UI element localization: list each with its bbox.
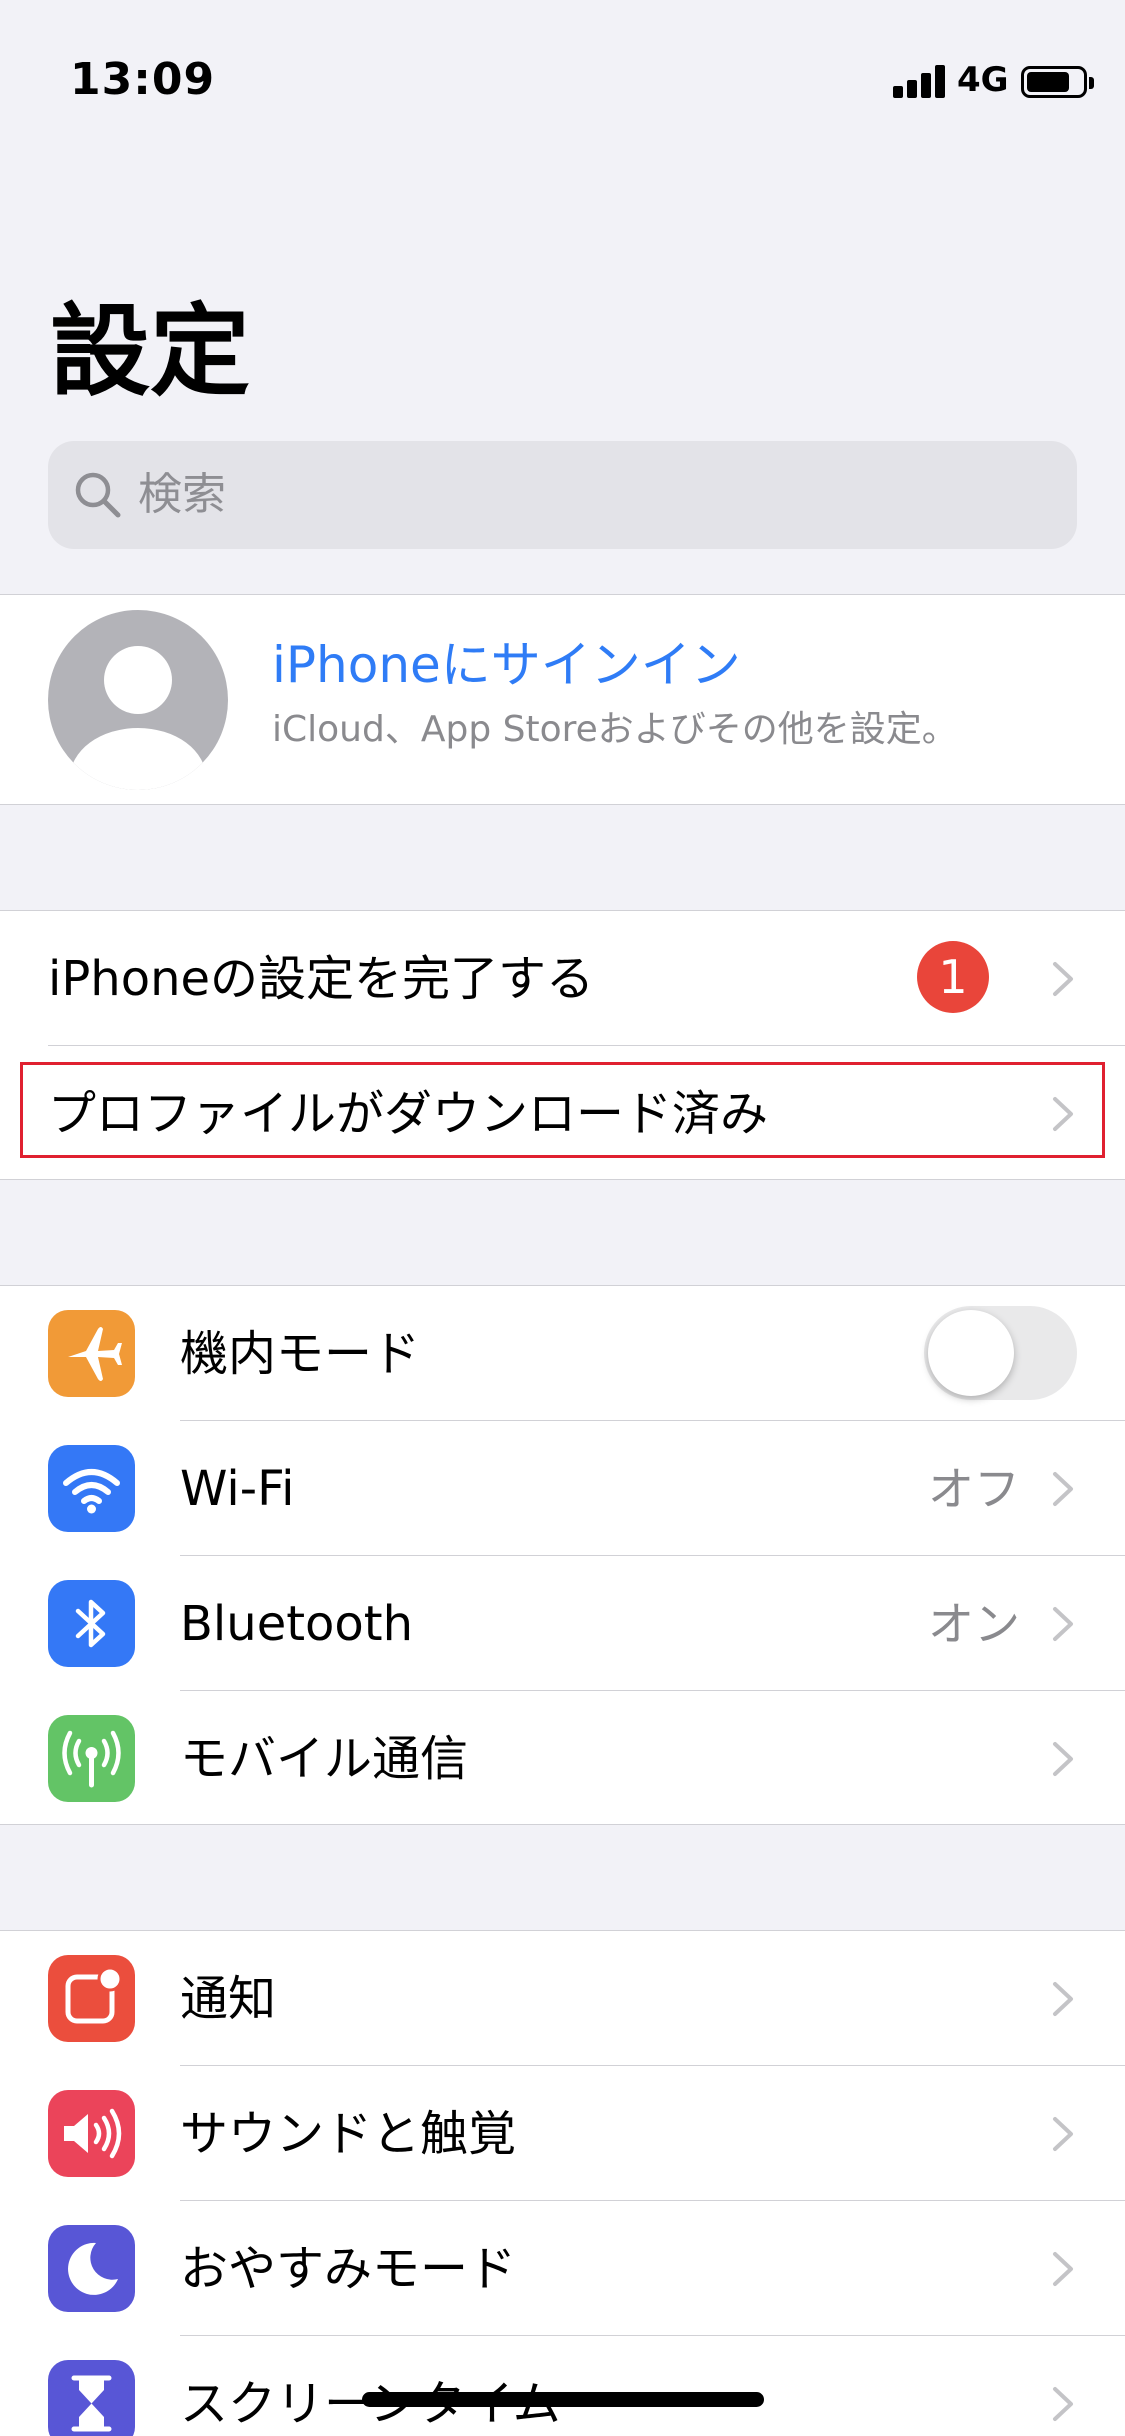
connectivity-section: 機内モード Wi-Fi オフ Bluetooth オン モバイル通信	[0, 1285, 1125, 1825]
notification-badge: 1	[917, 941, 989, 1013]
hourglass-icon	[48, 2360, 135, 2436]
search-field[interactable]: 検索	[48, 441, 1077, 549]
home-indicator[interactable]	[362, 2392, 764, 2407]
speaker-icon	[48, 2090, 135, 2177]
airplane-mode-toggle[interactable]	[924, 1306, 1077, 1400]
airplane-icon	[48, 1310, 135, 1397]
chevron-right-icon	[1053, 1982, 1073, 2016]
highlight-box	[20, 1062, 1105, 1158]
screen-time-row[interactable]: スクリーンタイム	[0, 2336, 1125, 2436]
search-placeholder: 検索	[138, 469, 226, 520]
bluetooth-label: Bluetooth	[180, 1596, 414, 1652]
cellular-signal-icon	[893, 64, 945, 98]
airplane-mode-row: 機内モード	[0, 1286, 1125, 1421]
notification-icon	[48, 1955, 135, 2042]
chevron-right-icon	[1053, 2387, 1073, 2421]
wifi-icon	[48, 1445, 135, 1532]
signin-subtitle: iCloud、App Storeおよびその他を設定。	[272, 709, 958, 750]
search-icon	[75, 472, 121, 518]
do-not-disturb-label: おやすみモード	[180, 2241, 517, 2297]
notifications-row[interactable]: 通知	[0, 1931, 1125, 2066]
do-not-disturb-row[interactable]: おやすみモード	[0, 2201, 1125, 2336]
general-section: 通知 サウンドと触覚 おやすみモード	[0, 1930, 1125, 2436]
airplane-mode-label: 機内モード	[180, 1326, 421, 1382]
chevron-right-icon	[1053, 1472, 1073, 1506]
toggle-knob	[928, 1310, 1014, 1396]
wifi-row[interactable]: Wi-Fi オフ	[0, 1421, 1125, 1556]
chevron-right-icon	[1053, 1742, 1073, 1776]
chevron-right-icon	[1053, 962, 1073, 996]
bluetooth-icon	[48, 1580, 135, 1667]
cellular-label: モバイル通信	[180, 1731, 469, 1787]
battery-icon	[1021, 66, 1094, 98]
chevron-right-icon	[1053, 1607, 1073, 1641]
moon-icon	[48, 2225, 135, 2312]
status-time: 13:09	[70, 54, 216, 105]
finish-setup-row[interactable]: iPhoneの設定を完了する 1	[0, 911, 1125, 1046]
bluetooth-row[interactable]: Bluetooth オン	[0, 1556, 1125, 1691]
status-bar: 13:09 4G	[0, 0, 1125, 150]
avatar-placeholder-icon	[48, 610, 228, 790]
wifi-label: Wi-Fi	[180, 1461, 295, 1517]
cellular-row[interactable]: モバイル通信	[0, 1691, 1125, 1826]
chevron-right-icon	[1053, 2252, 1073, 2286]
apple-id-signin-row[interactable]: iPhoneにサインイン iCloud、App Storeおよびその他を設定。	[0, 594, 1125, 805]
wifi-status: オフ	[928, 1462, 1020, 1516]
sounds-row[interactable]: サウンドと触覚	[0, 2066, 1125, 2201]
notifications-label: 通知	[180, 1971, 277, 2027]
chevron-right-icon	[1053, 2117, 1073, 2151]
signin-title: iPhoneにサインイン	[272, 636, 741, 694]
sounds-label: サウンドと触覚	[180, 2106, 517, 2162]
bluetooth-status: オン	[928, 1597, 1020, 1651]
page-title: 設定	[50, 293, 250, 410]
network-type: 4G	[957, 60, 1009, 100]
antenna-icon	[48, 1715, 135, 1802]
finish-setup-label: iPhoneの設定を完了する	[48, 951, 595, 1007]
